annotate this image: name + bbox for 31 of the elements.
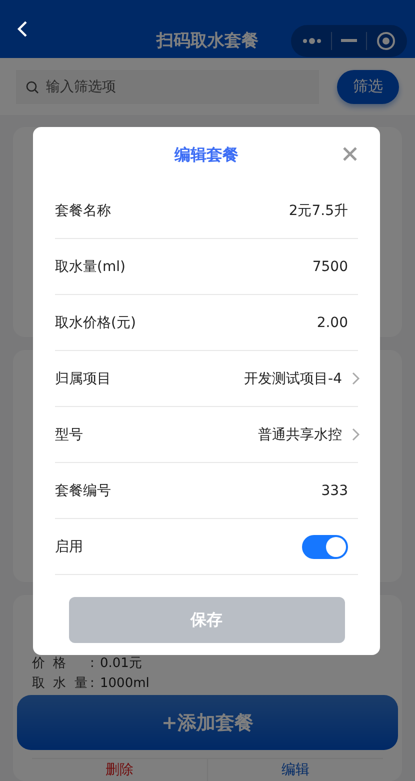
- select-value[interactable]: 开发测试项目-4: [244, 370, 342, 388]
- close-target-icon[interactable]: [376, 31, 396, 51]
- enable-switch[interactable]: [302, 534, 348, 558]
- search-field[interactable]: 输入筛选项: [16, 70, 319, 104]
- form-label: 套餐名称: [55, 202, 111, 220]
- colon: :: [90, 676, 96, 690]
- form-value[interactable]: 7500: [312, 258, 348, 274]
- form-label: 型号: [55, 426, 83, 444]
- chevron-right-icon[interactable]: [352, 372, 360, 385]
- search-icon: [26, 80, 39, 94]
- select-value[interactable]: 普通共享水控: [258, 426, 342, 444]
- page-title: 扫码取水套餐: [155, 30, 260, 52]
- field-label: 价 格: [32, 655, 70, 672]
- form-label: 归属项目: [55, 370, 111, 388]
- back-icon[interactable]: [16, 20, 28, 38]
- chevron-right-icon[interactable]: [352, 428, 360, 441]
- dialog-title: 编辑套餐: [174, 144, 238, 166]
- form-value[interactable]: 2元7.5升: [288, 202, 348, 220]
- form-label: 取水量(ml): [55, 258, 126, 276]
- form-label: 启用: [55, 538, 83, 556]
- colon: :: [90, 656, 96, 670]
- form-label: 套餐编号: [55, 482, 111, 500]
- close-icon[interactable]: [342, 146, 358, 162]
- minimize-icon[interactable]: [340, 39, 357, 43]
- form-value[interactable]: 333: [321, 482, 348, 498]
- field-label: 取 水 量: [32, 675, 90, 692]
- form-label: 取水价格(元): [55, 314, 136, 332]
- field-value: 0.01元: [100, 655, 142, 672]
- more-icon[interactable]: [302, 37, 322, 45]
- form-value[interactable]: 2.00: [316, 314, 348, 330]
- field-value: 1000ml: [100, 676, 150, 690]
